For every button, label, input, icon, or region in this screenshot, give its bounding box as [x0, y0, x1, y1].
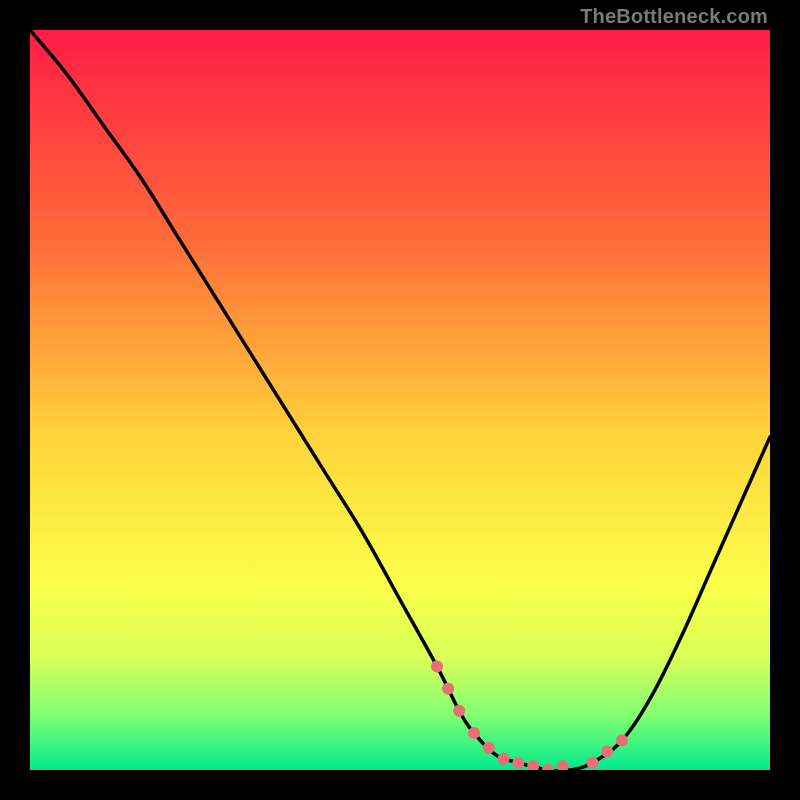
highlight-point: [527, 760, 539, 770]
highlight-point: [442, 683, 454, 695]
highlight-point: [557, 760, 569, 770]
attribution-label: TheBottleneck.com: [580, 6, 768, 29]
highlight-point: [542, 764, 554, 770]
highlight-points: [431, 660, 628, 770]
highlight-point: [483, 742, 495, 754]
highlight-point: [512, 757, 524, 769]
chart-plot: [30, 30, 770, 770]
chart-frame: [30, 30, 770, 770]
highlight-point: [453, 705, 465, 717]
highlight-point: [616, 734, 628, 746]
highlight-point: [586, 757, 598, 769]
highlight-point: [431, 660, 443, 672]
highlight-point: [468, 727, 480, 739]
bottleneck-curve: [30, 30, 770, 770]
highlight-point: [601, 746, 613, 758]
highlight-point: [498, 753, 510, 765]
